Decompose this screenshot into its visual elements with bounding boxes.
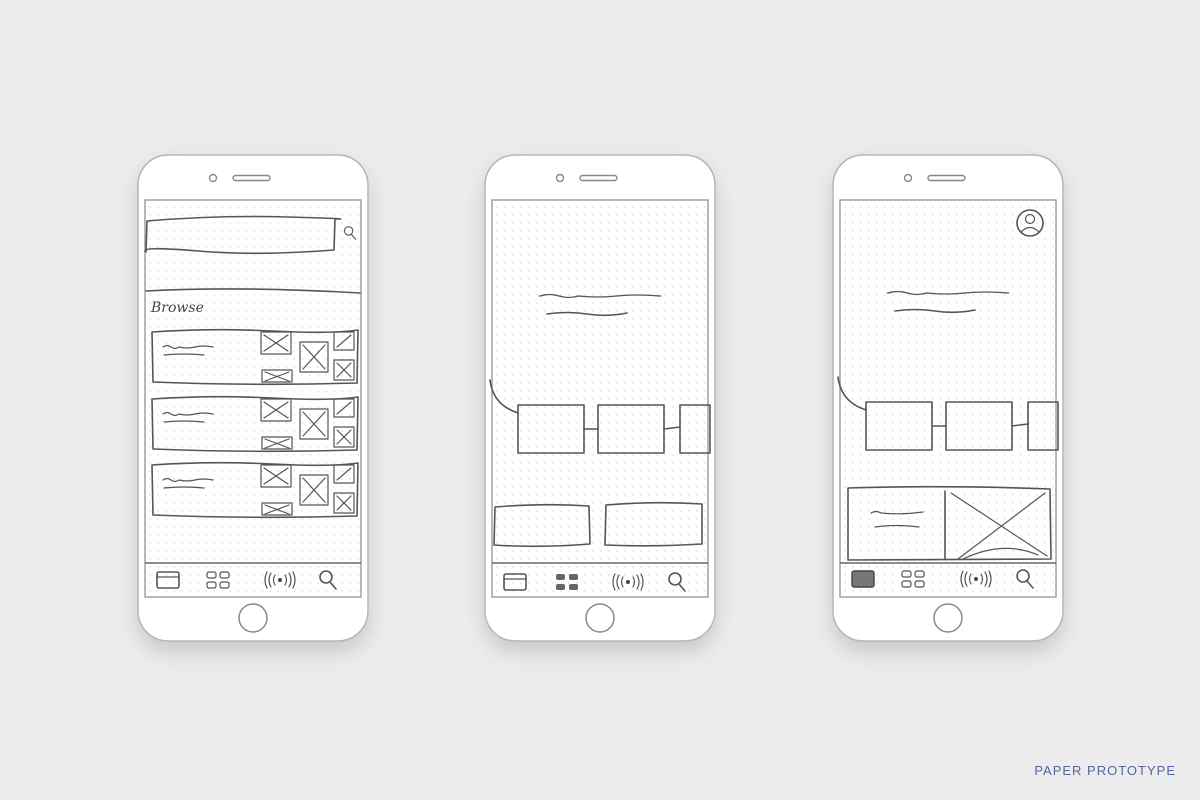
browse-heading: Browse [150,300,204,316]
phone-home-profile [833,155,1063,641]
calendar-icon[interactable] [851,570,875,588]
caption: PAPER PROTOTYPE [1034,763,1176,778]
phone-home-flow [485,155,715,641]
phone-browse: Browse [138,155,368,641]
phone-frame [485,155,715,641]
prototype-canvas: Browse [0,0,1200,800]
